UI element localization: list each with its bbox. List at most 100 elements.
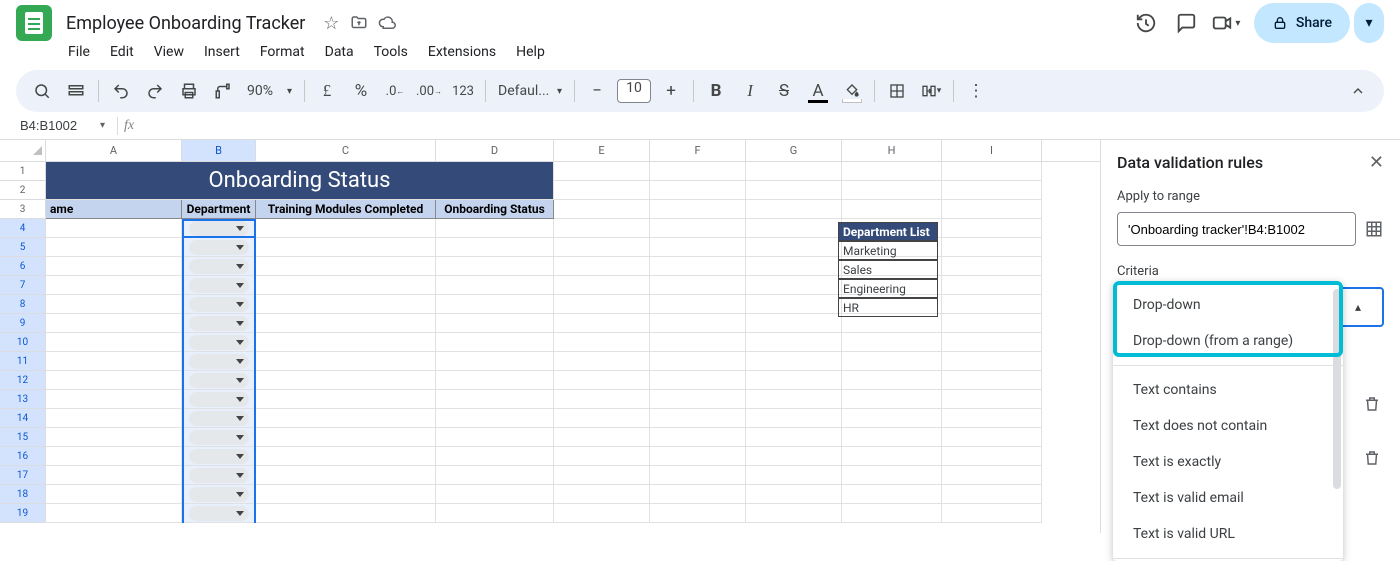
search-icon[interactable]: [26, 75, 58, 107]
star-icon[interactable]: ☆: [317, 9, 345, 37]
criteria-option-text-not-contain[interactable]: Text does not contain: [1113, 408, 1343, 444]
cell[interactable]: [182, 447, 256, 466]
currency-icon[interactable]: £: [311, 75, 343, 107]
cell[interactable]: [746, 276, 842, 295]
cell[interactable]: [746, 333, 842, 352]
cell[interactable]: [842, 333, 942, 352]
cell[interactable]: [942, 238, 1042, 257]
cell[interactable]: [942, 333, 1042, 352]
meet-icon[interactable]: ▾: [1206, 3, 1246, 43]
cell[interactable]: [256, 295, 436, 314]
cell[interactable]: [46, 504, 182, 523]
name-box-dropdown[interactable]: ▾: [94, 120, 111, 131]
cell[interactable]: [842, 428, 942, 447]
cell[interactable]: [46, 314, 182, 333]
cell[interactable]: [842, 371, 942, 390]
cell[interactable]: [650, 219, 746, 238]
col-header-b[interactable]: B: [182, 140, 256, 161]
cell[interactable]: [746, 314, 842, 333]
cell[interactable]: [650, 428, 746, 447]
dept-item-1[interactable]: Marketing: [838, 241, 938, 260]
cell[interactable]: [256, 276, 436, 295]
cell-a3[interactable]: ame: [46, 200, 182, 219]
cell[interactable]: [746, 238, 842, 257]
menu-extensions[interactable]: Extensions: [420, 40, 504, 64]
cell[interactable]: [256, 504, 436, 523]
row-header-12[interactable]: 12: [0, 371, 46, 390]
document-title[interactable]: Employee Onboarding Tracker: [60, 11, 311, 36]
text-color-icon[interactable]: A: [802, 75, 834, 107]
cell-d3[interactable]: Onboarding Status: [436, 200, 554, 219]
cell[interactable]: [746, 390, 842, 409]
zoom-select[interactable]: 90%▾: [241, 83, 298, 99]
menu-view[interactable]: View: [146, 40, 192, 64]
cell[interactable]: [554, 276, 650, 295]
cell[interactable]: [554, 371, 650, 390]
col-header-i[interactable]: I: [942, 140, 1042, 161]
dropdown-chip[interactable]: [189, 278, 249, 293]
criteria-option-text-exactly[interactable]: Text is exactly: [1113, 444, 1343, 480]
cell[interactable]: [182, 466, 256, 485]
cell[interactable]: [436, 485, 554, 504]
delete-option-icon[interactable]: [1360, 392, 1384, 416]
cell[interactable]: [746, 295, 842, 314]
cell[interactable]: [436, 352, 554, 371]
strikethrough-icon[interactable]: S: [768, 75, 800, 107]
menu-insert[interactable]: Insert: [196, 40, 248, 64]
col-header-h[interactable]: H: [842, 140, 942, 161]
cell[interactable]: [650, 409, 746, 428]
cell[interactable]: [436, 333, 554, 352]
cell[interactable]: [182, 371, 256, 390]
font-size-input[interactable]: 10: [617, 79, 651, 103]
menu-data[interactable]: Data: [317, 40, 362, 64]
cell[interactable]: [436, 238, 554, 257]
cell[interactable]: [746, 447, 842, 466]
dropdown-chip[interactable]: [189, 297, 249, 312]
cell[interactable]: [46, 409, 182, 428]
select-range-icon[interactable]: [1364, 219, 1384, 239]
collapse-toolbar-icon[interactable]: [1342, 75, 1374, 107]
apply-range-input[interactable]: [1117, 212, 1356, 246]
undo-icon[interactable]: [105, 75, 137, 107]
cell[interactable]: [256, 409, 436, 428]
cell[interactable]: [554, 390, 650, 409]
menu-edit[interactable]: Edit: [102, 40, 142, 64]
cell[interactable]: [942, 390, 1042, 409]
cell[interactable]: [256, 219, 436, 238]
dropdown-chip[interactable]: [189, 449, 249, 464]
cell[interactable]: [256, 238, 436, 257]
cell[interactable]: [554, 409, 650, 428]
cell[interactable]: [436, 257, 554, 276]
row-header-4[interactable]: 4: [0, 219, 46, 238]
cell[interactable]: [746, 219, 842, 238]
cell[interactable]: [650, 352, 746, 371]
delete-option-icon-2[interactable]: [1360, 446, 1384, 470]
dropdown-chip[interactable]: [189, 411, 249, 426]
borders-icon[interactable]: [881, 75, 913, 107]
col-header-d[interactable]: D: [436, 140, 554, 161]
row-header-3[interactable]: 3: [0, 200, 46, 219]
cell[interactable]: [46, 371, 182, 390]
cell[interactable]: [182, 314, 256, 333]
dropdown-chip[interactable]: [189, 373, 249, 388]
history-icon[interactable]: [1126, 3, 1166, 43]
row-header-18[interactable]: 18: [0, 485, 46, 504]
cell[interactable]: [256, 333, 436, 352]
cell[interactable]: [256, 485, 436, 504]
cell-c3[interactable]: Training Modules Completed: [256, 200, 436, 219]
cell[interactable]: [942, 219, 1042, 238]
fill-color-icon[interactable]: [836, 75, 868, 107]
dropdown-chip[interactable]: [189, 392, 249, 407]
cell[interactable]: [182, 352, 256, 371]
cell[interactable]: [650, 466, 746, 485]
col-header-c[interactable]: C: [256, 140, 436, 161]
cell[interactable]: [650, 504, 746, 523]
cell[interactable]: [842, 504, 942, 523]
row-header-9[interactable]: 9: [0, 314, 46, 333]
cell[interactable]: [182, 238, 256, 257]
dropdown-chip[interactable]: [189, 506, 249, 521]
menu-format[interactable]: Format: [252, 40, 313, 64]
row-header-1[interactable]: 1: [0, 162, 46, 181]
cell[interactable]: [46, 390, 182, 409]
cell[interactable]: [942, 447, 1042, 466]
